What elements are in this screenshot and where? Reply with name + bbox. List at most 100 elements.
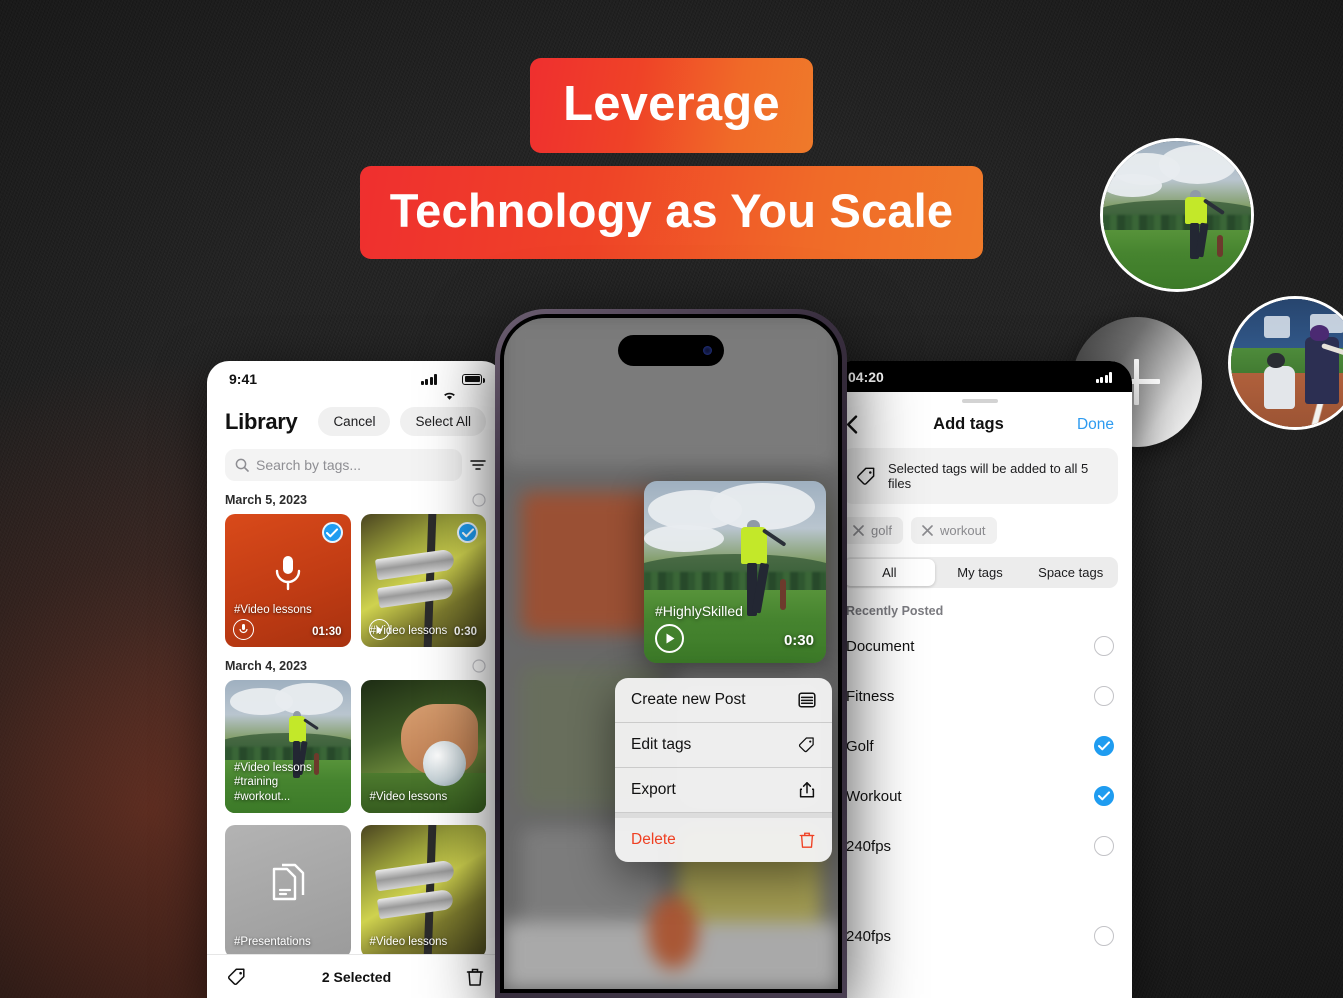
media-card[interactable]: #Video lessons 01:30 [225, 514, 351, 647]
chip-label: golf [871, 523, 892, 538]
checkbox-off-icon[interactable] [1094, 636, 1114, 656]
center-phone-screen: #HighlySkilled 0:30 Create new Post Edit… [504, 318, 838, 989]
tag-label: 240fps [846, 837, 892, 855]
card-tags: #Video lessons [234, 603, 312, 616]
center-phone-device: #HighlySkilled 0:30 Create new Post Edit… [495, 309, 847, 998]
headline-line-1: Leverage [530, 58, 813, 153]
menu-label: Edit tags [631, 736, 692, 753]
card-tags: #Presentations [234, 935, 311, 948]
date-label: March 5, 2023 [225, 493, 307, 507]
media-preview-card[interactable]: #HighlySkilled 0:30 [644, 481, 826, 663]
device-frame: #HighlySkilled 0:30 Create new Post Edit… [495, 309, 847, 998]
media-grid-section-1: #Video lessons 01:30 #Video lessons 0:30 [207, 514, 504, 647]
sheet-grabber[interactable] [962, 399, 998, 403]
date-header: March 4, 2023 [207, 647, 504, 680]
audio-indicator-icon [233, 619, 254, 640]
status-time: 04:20 [848, 369, 884, 385]
tag-list-item[interactable]: Workout [828, 771, 1132, 821]
right-phone-add-tags-screen: 04:20 Add tags Done Selected tags will b… [828, 361, 1132, 998]
preview-duration: 0:30 [783, 632, 814, 649]
date-header: March 5, 2023 [207, 481, 504, 514]
tag-list-item[interactable]: 240fps [828, 911, 1132, 961]
selection-count: 2 Selected [321, 968, 392, 985]
document-icon [269, 863, 307, 905]
front-camera-icon [703, 346, 712, 355]
share-icon [798, 781, 816, 799]
date-label: March 4, 2023 [225, 659, 307, 673]
post-icon [798, 691, 816, 709]
left-phone-library-screen: 9:41 Library Cancel Select All Search by… [207, 361, 504, 998]
tag-list-item[interactable]: Fitness [828, 671, 1132, 721]
sheet-header: Add tags Done [828, 411, 1132, 448]
checkbox-off-icon[interactable] [1094, 836, 1114, 856]
sheet-title: Add tags [933, 415, 1004, 433]
tag-list-item[interactable]: Document [828, 621, 1132, 671]
menu-item-delete[interactable]: Delete [615, 813, 832, 862]
selected-check-icon[interactable] [457, 522, 478, 543]
left-status-bar: 9:41 [207, 361, 504, 400]
menu-item-export[interactable]: Export [615, 768, 832, 813]
checkbox-on-icon[interactable] [1094, 786, 1114, 806]
section-menu-icon[interactable] [472, 659, 486, 673]
trash-icon [798, 831, 816, 849]
add-tags-sheet: Add tags Done Selected tags will be adde… [828, 392, 1132, 961]
menu-label: Create new Post [631, 691, 746, 708]
selected-check-icon[interactable] [321, 522, 343, 543]
tag-label: Fitness [846, 687, 895, 705]
play-icon [368, 619, 390, 640]
tab-my-tags[interactable]: My tags [935, 559, 1026, 586]
close-icon [853, 525, 864, 536]
search-input[interactable]: Search by tags... [225, 449, 462, 481]
done-button[interactable]: Done [1077, 416, 1114, 434]
tag-icon [856, 466, 877, 487]
media-card[interactable]: #Video lessons [360, 680, 486, 813]
filter-sort-icon[interactable] [470, 458, 486, 472]
tag-list-item[interactable]: 240fps [828, 821, 1132, 871]
tag-label: Document [846, 637, 915, 655]
media-card[interactable]: #Video lessons 0:30 [360, 514, 486, 647]
tag-chip[interactable]: golf [842, 517, 903, 544]
cancel-button[interactable]: Cancel [318, 407, 391, 436]
close-icon [922, 525, 933, 536]
section-title: Recently Posted [846, 604, 944, 618]
tag-list-item[interactable]: Golf [828, 721, 1132, 771]
baseball-photo [1231, 299, 1343, 427]
tag-chip[interactable]: workout [910, 517, 997, 544]
headline-line-2: Technology as You Scale [359, 166, 984, 259]
cellular-signal-icon [420, 373, 437, 385]
menu-item-edit-tags[interactable]: Edit tags [615, 723, 832, 768]
dynamic-island [618, 335, 724, 366]
tab-space-tags[interactable]: Space tags [1025, 559, 1116, 586]
library-header: Library Cancel Select All [207, 391, 504, 436]
select-all-button[interactable]: Select All [400, 407, 486, 436]
checkbox-on-icon[interactable] [1094, 736, 1114, 756]
trash-icon[interactable] [466, 967, 484, 987]
tab-all[interactable]: All [844, 559, 935, 586]
play-icon[interactable] [655, 624, 684, 653]
microphone-icon [273, 554, 303, 592]
card-duration: 01:30 [312, 626, 342, 638]
media-card[interactable]: #Video lessons #training #workout... [225, 680, 351, 813]
status-time: 9:41 [229, 371, 258, 387]
battery-icon [462, 373, 485, 385]
media-card[interactable]: #Presentations [225, 825, 351, 958]
tag-label: 240fps [846, 927, 892, 945]
banner-text: Selected tags will be added to all 5 fil… [888, 461, 1089, 491]
selected-tag-chips: golf workout [828, 504, 1132, 544]
chevron-left-icon[interactable] [846, 415, 860, 434]
menu-label: Delete [631, 831, 676, 848]
media-card[interactable]: #Video lessons [360, 825, 486, 958]
menu-item-create-new-post[interactable]: Create new Post [615, 678, 832, 723]
context-menu: Create new Post Edit tags Export Delete [615, 678, 832, 862]
info-banner: Selected tags will be added to all 5 fil… [842, 448, 1118, 504]
tag-icon [798, 736, 816, 754]
checkbox-off-icon[interactable] [1094, 926, 1114, 946]
tag-icon[interactable] [227, 967, 247, 987]
section-menu-icon[interactable] [472, 493, 486, 507]
card-tags: #Video lessons [369, 790, 448, 803]
media-grid-section-2: #Video lessons #training #workout... #Vi… [207, 680, 504, 813]
checkbox-off-icon[interactable] [1094, 686, 1114, 706]
card-duration: 0:30 [453, 626, 477, 638]
tag-label: Workout [846, 787, 902, 805]
search-icon [235, 458, 249, 472]
